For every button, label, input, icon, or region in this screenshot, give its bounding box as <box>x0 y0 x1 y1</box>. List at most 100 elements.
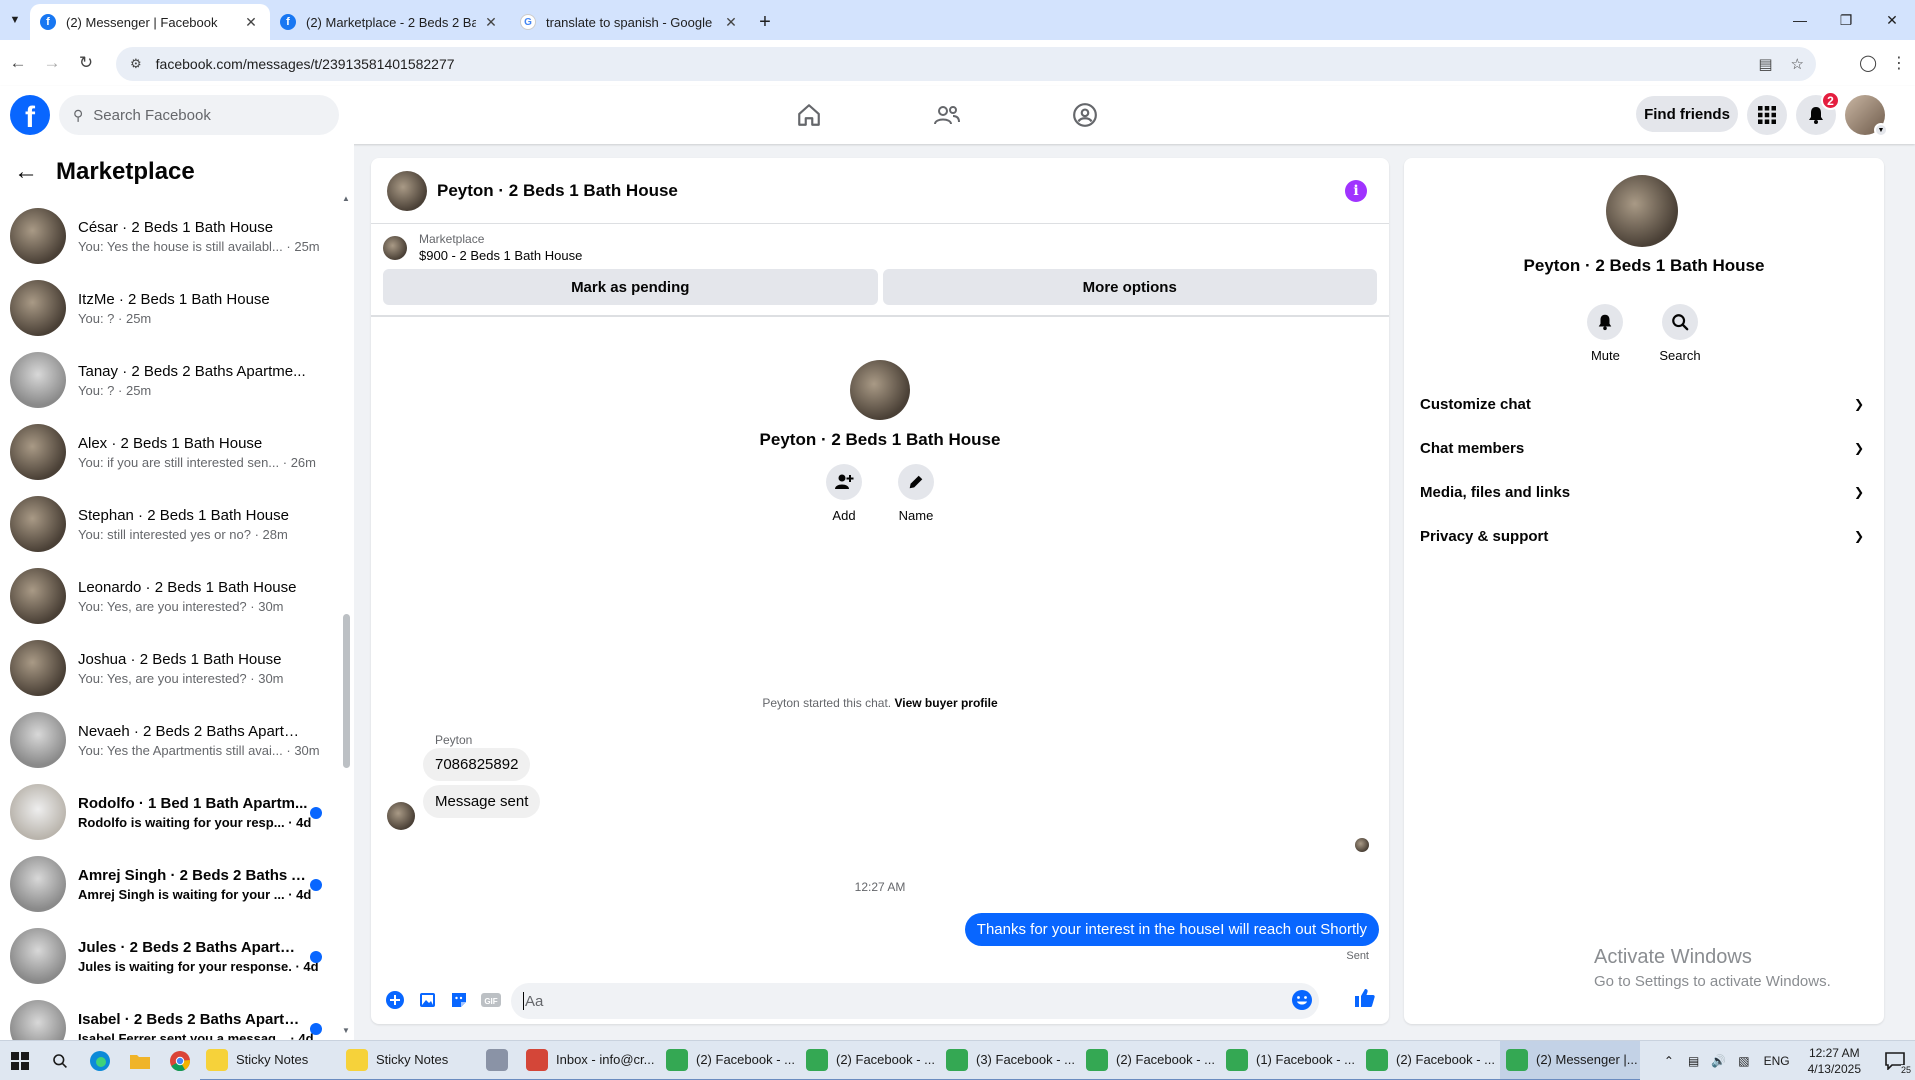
menu-grid-button[interactable] <box>1747 95 1787 135</box>
attach-photo-button[interactable] <box>411 984 443 1016</box>
info-avatar[interactable] <box>1606 175 1678 247</box>
tray-chevron-up-icon[interactable]: ⌃ <box>1664 1054 1674 1068</box>
taskbar-app-button[interactable]: (2) Facebook - ... <box>1360 1041 1500 1080</box>
nav-groups[interactable] <box>1029 86 1141 144</box>
send-like-button[interactable] <box>1353 986 1377 1014</box>
search-facebook-input[interactable]: ⚲ Search Facebook <box>59 95 339 135</box>
conversation-item[interactable]: Leonardo · 2 Beds 1 Bath House You: Yes, … <box>0 560 354 632</box>
taskbar-app-button[interactable]: (2) Facebook - ... <box>800 1041 940 1080</box>
taskbar-app-button[interactable]: Inbox - info@cr... <box>520 1041 660 1080</box>
scroll-down-arrow-icon[interactable]: ▼ <box>342 1026 350 1035</box>
volume-icon[interactable]: 🔊 <box>1711 1054 1726 1068</box>
facebook-logo-icon[interactable]: f <box>10 95 50 135</box>
tab-search-chevron-icon[interactable]: ▼ <box>0 0 30 40</box>
nav-home[interactable] <box>753 86 865 144</box>
message-input[interactable]: Aa <box>511 983 1319 1019</box>
sender-name: Peyton <box>435 733 473 747</box>
close-icon[interactable]: ✕ <box>482 14 500 31</box>
taskbar-app-button[interactable]: Sticky Notes <box>340 1041 480 1080</box>
taskbar-clock[interactable]: 12:27 AM 4/13/2025 <box>1808 1045 1861 1077</box>
name-chat-button[interactable]: Name <box>898 464 934 523</box>
browser-tab-marketplace[interactable]: f (2) Marketplace - 2 Beds 2 Bath ✕ <box>270 4 510 40</box>
taskbar-search-button[interactable] <box>40 1041 80 1080</box>
listing-thumbnail[interactable] <box>383 235 407 260</box>
forward-arrow-icon[interactable]: → <box>36 47 68 79</box>
back-arrow-icon[interactable]: ← <box>2 47 34 79</box>
new-tab-plus-icon[interactable]: + <box>750 4 780 40</box>
mark-as-pending-button[interactable]: Mark as pending <box>383 269 878 305</box>
close-icon[interactable]: ✕ <box>242 14 260 31</box>
chrome-button[interactable] <box>160 1041 200 1080</box>
scroll-up-arrow-icon[interactable]: ▲ <box>342 194 350 203</box>
close-icon[interactable]: ✕ <box>722 14 740 31</box>
more-actions-button[interactable] <box>379 984 411 1016</box>
emoji-button[interactable] <box>1291 989 1313 1015</box>
conversation-item[interactable]: César · 2 Beds 1 Bath House You: Yes the … <box>0 200 354 272</box>
taskbar-app-button[interactable] <box>480 1041 520 1080</box>
conversation-item[interactable]: Jules · 2 Beds 2 Baths Apartme... Jules i… <box>0 920 354 992</box>
conversation-item[interactable]: Alex · 2 Beds 1 Bath House You: if you ar… <box>0 416 354 488</box>
language-indicator[interactable]: ENG <box>1764 1054 1790 1068</box>
browser-tab-messenger[interactable]: f (2) Messenger | Facebook ✕ <box>30 4 270 40</box>
sticker-button[interactable] <box>443 984 475 1016</box>
file-explorer-button[interactable] <box>120 1041 160 1080</box>
chat-avatar[interactable] <box>387 170 427 211</box>
conversation-item[interactable]: Isabel · 2 Beds 2 Baths Apartm... Isabel … <box>0 992 354 1040</box>
conversation-item[interactable]: Amrej Singh · 2 Beds 2 Baths A... Amrej S… <box>0 848 354 920</box>
conversation-item[interactable]: Nevaeh · 2 Beds 2 Baths Apartm... You: Ye… <box>0 704 354 776</box>
browser-tab-google[interactable]: G translate to spanish - Google Se ✕ <box>510 4 750 40</box>
taskbar-app-button[interactable]: (2) Messenger |... <box>1500 1040 1640 1080</box>
nav-friends[interactable] <box>891 86 1003 144</box>
bookmark-star-icon[interactable]: ☆ <box>1791 55 1804 73</box>
more-options-button[interactable]: More options <box>882 269 1377 305</box>
chat-title[interactable]: Peyton · 2 Beds 1 Bath House <box>437 181 678 201</box>
reload-icon[interactable]: ↻ <box>70 47 102 79</box>
message-bubble-incoming[interactable]: 7086825892 <box>423 748 531 781</box>
listing-title[interactable]: $900 - 2 Beds 1 Bath House <box>419 248 582 263</box>
preview-time: 25m <box>294 238 320 254</box>
taskbar-app-button[interactable]: (2) Facebook - ... <box>1080 1041 1220 1080</box>
conversation-item[interactable]: Joshua · 2 Beds 1 Bath House You: Yes, ar… <box>0 632 354 704</box>
taskbar-app-button[interactable]: Sticky Notes <box>200 1041 340 1080</box>
network-icon[interactable]: ▤ <box>1688 1054 1699 1068</box>
taskbar-app-button[interactable]: (2) Facebook - ... <box>660 1041 800 1080</box>
start-button[interactable] <box>0 1041 40 1080</box>
conversation-item[interactable]: Rodolfo · 1 Bed 1 Bath Apartm... Rodolfo … <box>0 776 354 848</box>
conversation-item[interactable]: Stephan · 2 Beds 1 Bath House You: still … <box>0 488 354 560</box>
kebab-menu-icon[interactable]: ⋮ <box>1891 53 1907 73</box>
find-friends-button[interactable]: Find friends <box>1636 96 1738 132</box>
notifications-button[interactable]: 2 <box>1796 91 1840 135</box>
info-icon[interactable]: i <box>1345 180 1367 202</box>
tab-label: translate to spanish - Google Se <box>546 14 716 30</box>
site-info-icon[interactable]: ⚙ <box>130 56 142 72</box>
media-files-links-section[interactable]: Media, files and links ❯ <box>1420 470 1868 514</box>
app-icon <box>946 1048 968 1071</box>
gif-button[interactable]: GIF <box>475 984 507 1016</box>
window-close-icon[interactable]: ✕ <box>1869 0 1915 40</box>
install-app-icon[interactable]: ▤ <box>1758 55 1772 73</box>
back-arrow-icon[interactable]: ← <box>14 158 38 186</box>
search-in-chat-button[interactable]: Search <box>1659 304 1701 363</box>
profile-icon[interactable]: ◯ <box>1859 53 1877 73</box>
conversation-item[interactable]: Tanay · 2 Beds 2 Baths Apartme... You: ? … <box>0 344 354 416</box>
taskbar-app-button[interactable]: (1) Facebook - ... <box>1220 1041 1360 1080</box>
privacy-support-section[interactable]: Privacy & support ❯ <box>1420 514 1868 558</box>
notification-center-button[interactable]: 25 <box>1875 1041 1915 1080</box>
edge-browser-button[interactable] <box>80 1041 120 1080</box>
chat-members-section[interactable]: Chat members ❯ <box>1420 426 1868 470</box>
sidebar-scrollbar[interactable] <box>343 614 350 768</box>
customize-chat-section[interactable]: Customize chat ❯ <box>1420 382 1868 426</box>
message-bubble-incoming[interactable]: Message sent <box>423 785 541 818</box>
battery-icon[interactable]: ▧ <box>1738 1054 1749 1068</box>
restore-icon[interactable]: ❐ <box>1823 0 1869 40</box>
app-label: (2) Facebook - ... <box>1116 1052 1215 1067</box>
taskbar-app-button[interactable]: (3) Facebook - ... <box>940 1041 1080 1080</box>
account-avatar[interactable]: ▼ <box>1845 95 1888 137</box>
mute-button[interactable]: Mute <box>1587 304 1624 363</box>
message-bubble-outgoing[interactable]: Thanks for your interest in the houseI w… <box>964 913 1379 946</box>
conversation-item[interactable]: ItzMe · 2 Beds 1 Bath House You: ? · 25m <box>0 272 354 344</box>
view-buyer-profile-link[interactable]: View buyer profile <box>894 696 997 710</box>
add-person-button[interactable]: Add <box>826 464 862 523</box>
minimize-icon[interactable]: — <box>1777 0 1823 40</box>
address-bar[interactable]: ⚙ facebook.com/messages/t/23913581401582… <box>116 47 1816 81</box>
